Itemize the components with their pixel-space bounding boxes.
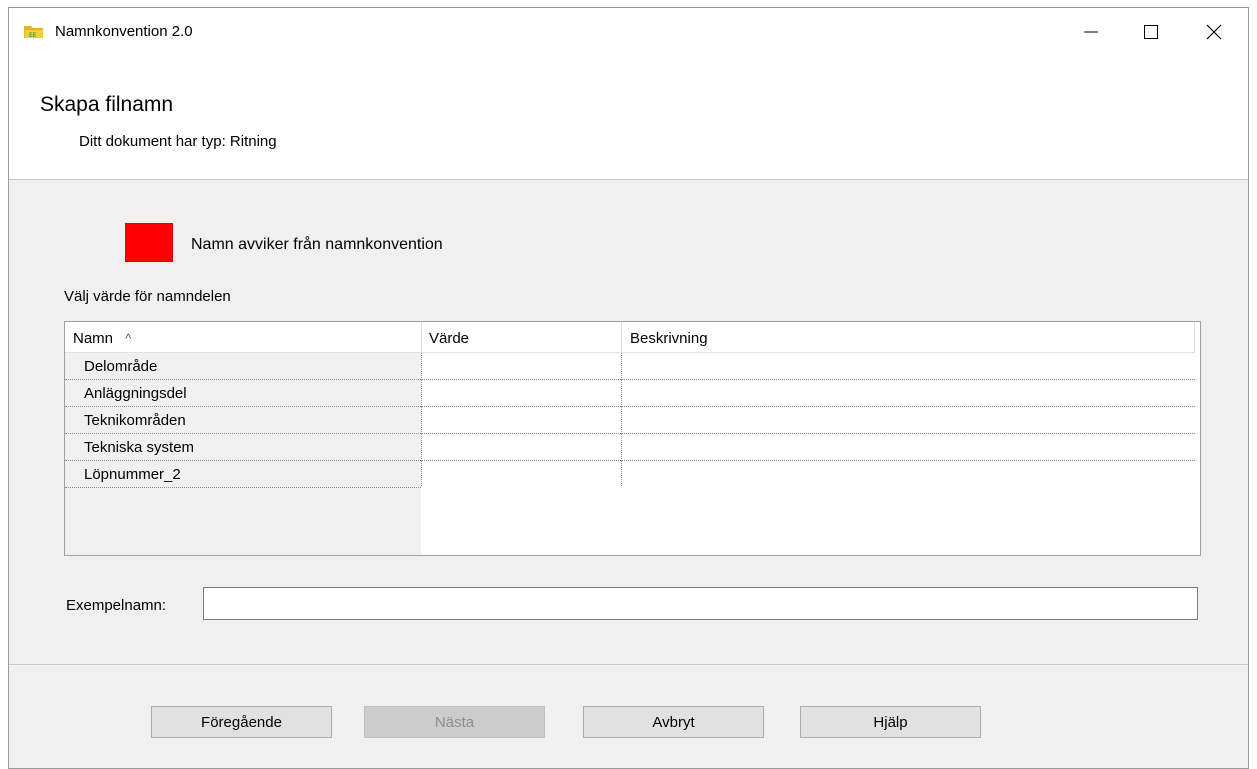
row-value-cell[interactable] [421,380,621,407]
cancel-button[interactable]: Avbryt [583,706,764,738]
maximize-icon [1144,25,1158,39]
row-value-cell[interactable] [421,434,621,461]
column-separator[interactable] [621,322,622,352]
table-empty-area [421,487,1195,555]
table-row[interactable]: Delområde [65,353,1195,380]
column-separator[interactable] [421,322,422,352]
close-button[interactable] [1185,8,1243,56]
column-separator[interactable] [1194,322,1195,352]
row-value-cell[interactable] [421,353,621,380]
example-name-label: Exempelnamn: [66,597,167,614]
previous-button[interactable]: Föregående [151,706,332,738]
row-description-cell [621,407,1195,434]
status-indicator [125,223,173,262]
example-name-input[interactable] [203,587,1198,620]
window-title: Namnkonvention 2.0 [55,23,193,40]
close-icon [1206,24,1222,40]
column-header-varde[interactable]: Värde [429,330,469,347]
column-header-namn[interactable]: Namn ^ [73,330,131,347]
help-button[interactable]: Hjälp [800,706,981,738]
row-description-cell [621,434,1195,461]
table-row[interactable]: Löpnummer_2 [65,461,1195,488]
footer-divider [9,664,1248,665]
row-description-cell [621,461,1195,488]
wizard-header: Skapa filnamn Ditt dokument har typ: Rit… [9,56,1248,180]
minimize-icon [1084,31,1098,33]
page-title: Skapa filnamn [40,93,174,116]
row-name: Tekniska system [84,439,195,456]
table-row[interactable]: Anläggningsdel [65,380,1195,407]
table-header: Namn ^ Värde Beskrivning [65,322,1195,353]
next-button[interactable]: Nästa [364,706,545,738]
row-description-cell [621,353,1195,380]
row-name: Delområde [84,358,158,375]
name-part-table: Namn ^ Värde Beskrivning Delområde Anläg… [64,321,1201,556]
status-label: Namn avviker från namnkonvention [191,236,443,253]
sort-ascending-icon: ^ [125,331,132,346]
folder-icon: EE [24,25,44,39]
row-name: Löpnummer_2 [84,466,181,483]
row-value-cell[interactable] [421,461,621,488]
section-label: Välj värde för namndelen [64,288,231,305]
document-type-text: Ditt dokument har typ: Ritning [79,133,277,150]
dialog-window: EE Namnkonvention 2.0 Skapa filnamn Ditt… [8,7,1249,769]
minimize-button[interactable] [1062,8,1120,56]
column-header-beskrivning[interactable]: Beskrivning [630,330,708,347]
table-row[interactable]: Tekniska system [65,434,1195,461]
row-name: Teknikområden [84,412,186,429]
svg-text:EE: EE [29,32,37,39]
row-value-cell[interactable] [421,407,621,434]
table-row[interactable]: Teknikområden [65,407,1195,434]
title-bar: EE Namnkonvention 2.0 [9,8,1248,56]
row-description-cell [621,380,1195,407]
row-name: Anläggningsdel [84,385,187,402]
maximize-button[interactable] [1122,8,1180,56]
